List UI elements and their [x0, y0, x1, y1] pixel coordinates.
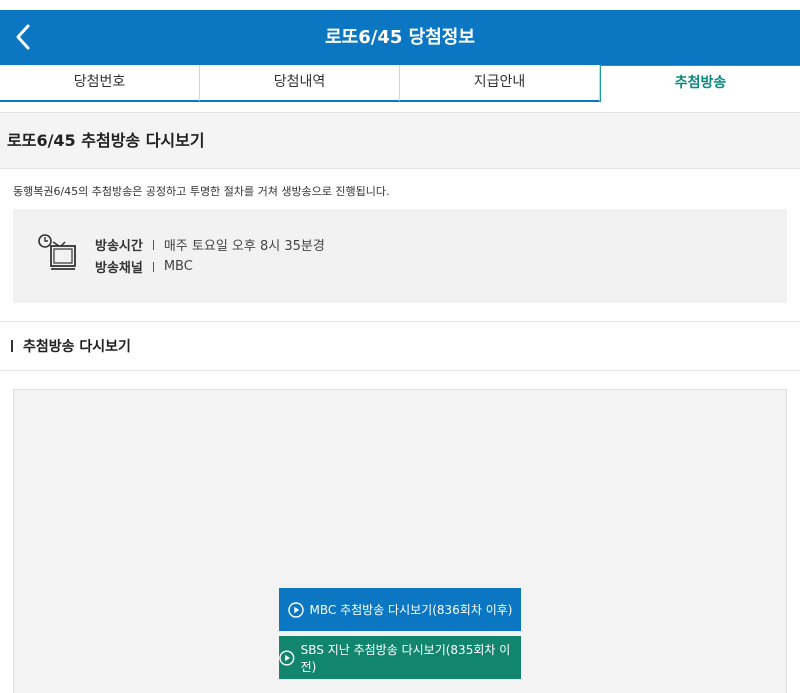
top-strip: [0, 0, 800, 10]
page-title: 로또6/45 추첨방송 다시보기: [7, 131, 205, 150]
tv-clock-icon: [38, 234, 76, 270]
app-header: 로또6/45 당첨정보: [0, 10, 800, 65]
tab-bar: 당첨번호 당첨내역 지급안내 추첨방송: [0, 65, 800, 102]
tab-winning-details[interactable]: 당첨내역: [200, 65, 400, 102]
back-button[interactable]: [6, 16, 40, 58]
broadcast-time-label: 방송시간: [95, 239, 143, 254]
play-circle-icon: [287, 601, 304, 618]
tab-draw-broadcast[interactable]: 추첨방송: [600, 65, 800, 102]
sbs-replay-label: SBS 지난 추첨방송 다시보기(835회차 이전): [300, 642, 511, 674]
broadcast-time-row: 방송시간 매주 토요일 오후 8시 35분경: [95, 235, 325, 254]
page-description: 동행복권6/45의 추첨방송은 공정하고 투명한 절차를 거쳐 생방송으로 진행…: [13, 185, 390, 198]
divider: [0, 321, 800, 322]
mbc-replay-button[interactable]: MBC 추첨방송 다시보기(836회차 이후): [279, 588, 521, 631]
separator: [152, 239, 154, 250]
sbs-replay-button[interactable]: SBS 지난 추첨방송 다시보기(835회차 이전): [279, 636, 521, 679]
broadcast-channel-value: MBC: [163, 259, 193, 274]
play-circle-icon: [279, 649, 295, 666]
divider: [0, 370, 800, 371]
tab-winning-numbers[interactable]: 당첨번호: [0, 65, 200, 102]
header-title: 로또6/45 당첨정보: [325, 27, 475, 48]
heading-bar: [11, 340, 13, 352]
broadcast-info-box: 방송시간 매주 토요일 오후 8시 35분경 방송채널 MBC: [13, 209, 787, 303]
replay-heading-text: 추첨방송 다시보기: [23, 339, 131, 355]
tab-payment-guide[interactable]: 지급안내: [400, 65, 600, 102]
mbc-replay-label: MBC 추첨방송 다시보기(836회차 이후): [309, 603, 513, 617]
broadcast-channel-row: 방송채널 MBC: [95, 257, 193, 276]
broadcast-channel-label: 방송채널: [95, 261, 143, 276]
separator: [152, 261, 154, 272]
broadcast-time-value: 매주 토요일 오후 8시 35분경: [163, 239, 325, 254]
replay-heading: 추첨방송 다시보기: [11, 336, 131, 356]
page-title-bar: 로또6/45 추첨방송 다시보기: [0, 112, 800, 169]
chevron-left-icon: [16, 24, 30, 50]
